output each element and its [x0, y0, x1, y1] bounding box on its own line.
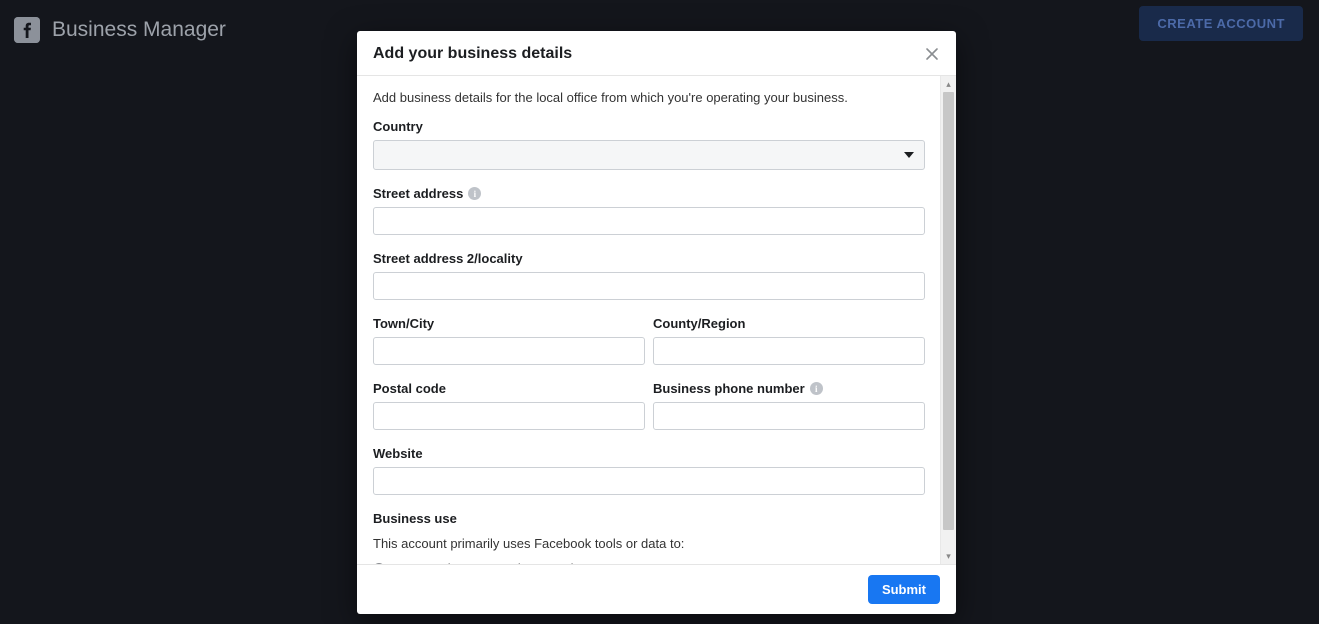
info-icon[interactable]: i — [810, 382, 823, 395]
street-label: Street address i — [373, 186, 924, 201]
website-label-text: Website — [373, 446, 423, 461]
scroll-up-icon[interactable]: ▴ — [941, 76, 956, 92]
modal-scroll-area: Add business details for the local offic… — [357, 76, 956, 564]
county-input[interactable] — [653, 337, 925, 365]
radio-label-promote: Promote its own goods or services — [395, 561, 594, 564]
submit-button[interactable]: Submit — [868, 575, 940, 604]
postal-label: Postal code — [373, 381, 645, 396]
modal-intro-text: Add business details for the local offic… — [373, 90, 924, 105]
town-input[interactable] — [373, 337, 645, 365]
business-use-description: This account primarily uses Facebook too… — [373, 536, 924, 551]
radio-option-promote[interactable]: Promote its own goods or services — [373, 561, 924, 564]
create-account-button[interactable]: CREATE ACCOUNT — [1139, 6, 1303, 41]
website-label: Website — [373, 446, 924, 461]
postal-input[interactable] — [373, 402, 645, 430]
scrollbar-thumb[interactable] — [943, 92, 954, 530]
country-label: Country — [373, 119, 924, 134]
phone-label-text: Business phone number — [653, 381, 805, 396]
street-input[interactable] — [373, 207, 925, 235]
business-use-heading: Business use — [373, 511, 924, 526]
scroll-down-icon[interactable]: ▾ — [941, 548, 956, 564]
modal-footer: Submit — [357, 564, 956, 614]
town-label: Town/City — [373, 316, 645, 331]
county-label: County/Region — [653, 316, 925, 331]
town-label-text: Town/City — [373, 316, 434, 331]
modal-body: Add business details for the local offic… — [357, 76, 940, 564]
scrollbar[interactable]: ▴ ▾ — [940, 76, 956, 564]
facebook-logo-icon — [14, 17, 40, 43]
street2-label-text: Street address 2/locality — [373, 251, 523, 266]
info-icon[interactable]: i — [468, 187, 481, 200]
country-select[interactable] — [373, 140, 925, 170]
chevron-down-icon — [904, 152, 914, 158]
close-icon[interactable] — [924, 46, 940, 62]
street2-label: Street address 2/locality — [373, 251, 924, 266]
country-label-text: Country — [373, 119, 423, 134]
postal-label-text: Postal code — [373, 381, 446, 396]
brand-title: Business Manager — [52, 18, 226, 42]
phone-input[interactable] — [653, 402, 925, 430]
county-label-text: County/Region — [653, 316, 745, 331]
radio-icon — [373, 563, 385, 565]
street2-input[interactable] — [373, 272, 925, 300]
modal-header: Add your business details — [357, 31, 956, 76]
business-details-modal: Add your business details Add business d… — [357, 31, 956, 614]
street-label-text: Street address — [373, 186, 463, 201]
phone-label: Business phone number i — [653, 381, 925, 396]
modal-title: Add your business details — [373, 45, 572, 63]
website-input[interactable] — [373, 467, 925, 495]
